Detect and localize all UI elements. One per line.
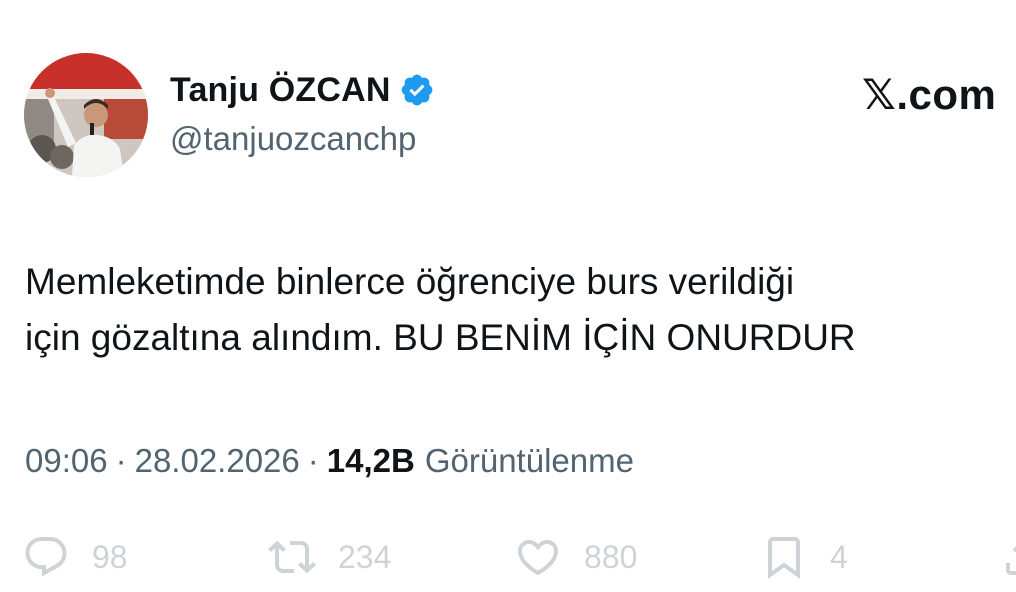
views-label: Görüntülenme: [424, 442, 634, 479]
avatar[interactable]: [24, 53, 148, 177]
meta-separator: ·: [115, 442, 127, 479]
author-name-row[interactable]: Tanju ÖZCAN: [170, 67, 435, 113]
x-brand-label: 𝕏.com: [862, 71, 997, 118]
tweet-actions: 98 234 880 4: [0, 530, 1016, 584]
tweet-meta: 09:06 · 28.02.2026 · 14,2B Görüntülenme: [25, 442, 634, 480]
like-button[interactable]: 880: [514, 530, 637, 584]
bookmark-icon: [768, 537, 800, 579]
tweet-date[interactable]: 28.02.2026: [135, 442, 300, 480]
tweet-text: Memleketimde binlerce öğrenciye burs ver…: [25, 254, 1016, 366]
verified-badge-icon: [401, 74, 433, 106]
tweet-text-line: için gözaltına alındım. BU BENİM İÇİN ON…: [25, 317, 856, 358]
share-icon: [1006, 546, 1016, 575]
share-button[interactable]: [1000, 530, 1016, 584]
avatar-photo: [24, 53, 148, 177]
views-count: 14,2B: [326, 442, 415, 479]
like-count: 880: [584, 538, 638, 575]
bookmark-count: 4: [830, 538, 848, 575]
repost-count: 234: [338, 538, 392, 575]
tweet-text-line: Memleketimde binlerce öğrenciye burs ver…: [25, 261, 795, 302]
author-handle[interactable]: @tanjuozcanchp: [170, 120, 416, 158]
meta-separator: ·: [307, 442, 319, 479]
tweet-time[interactable]: 09:06: [25, 442, 108, 480]
reply-count: 98: [92, 538, 128, 575]
heart-icon: [517, 540, 559, 576]
repost-icon: [268, 540, 316, 574]
bookmark-button[interactable]: 4: [760, 530, 848, 584]
author-display-name[interactable]: Tanju ÖZCAN: [170, 71, 391, 110]
reply-button[interactable]: 98: [22, 530, 128, 584]
reply-icon: [25, 537, 67, 577]
repost-button[interactable]: 234: [268, 530, 391, 584]
